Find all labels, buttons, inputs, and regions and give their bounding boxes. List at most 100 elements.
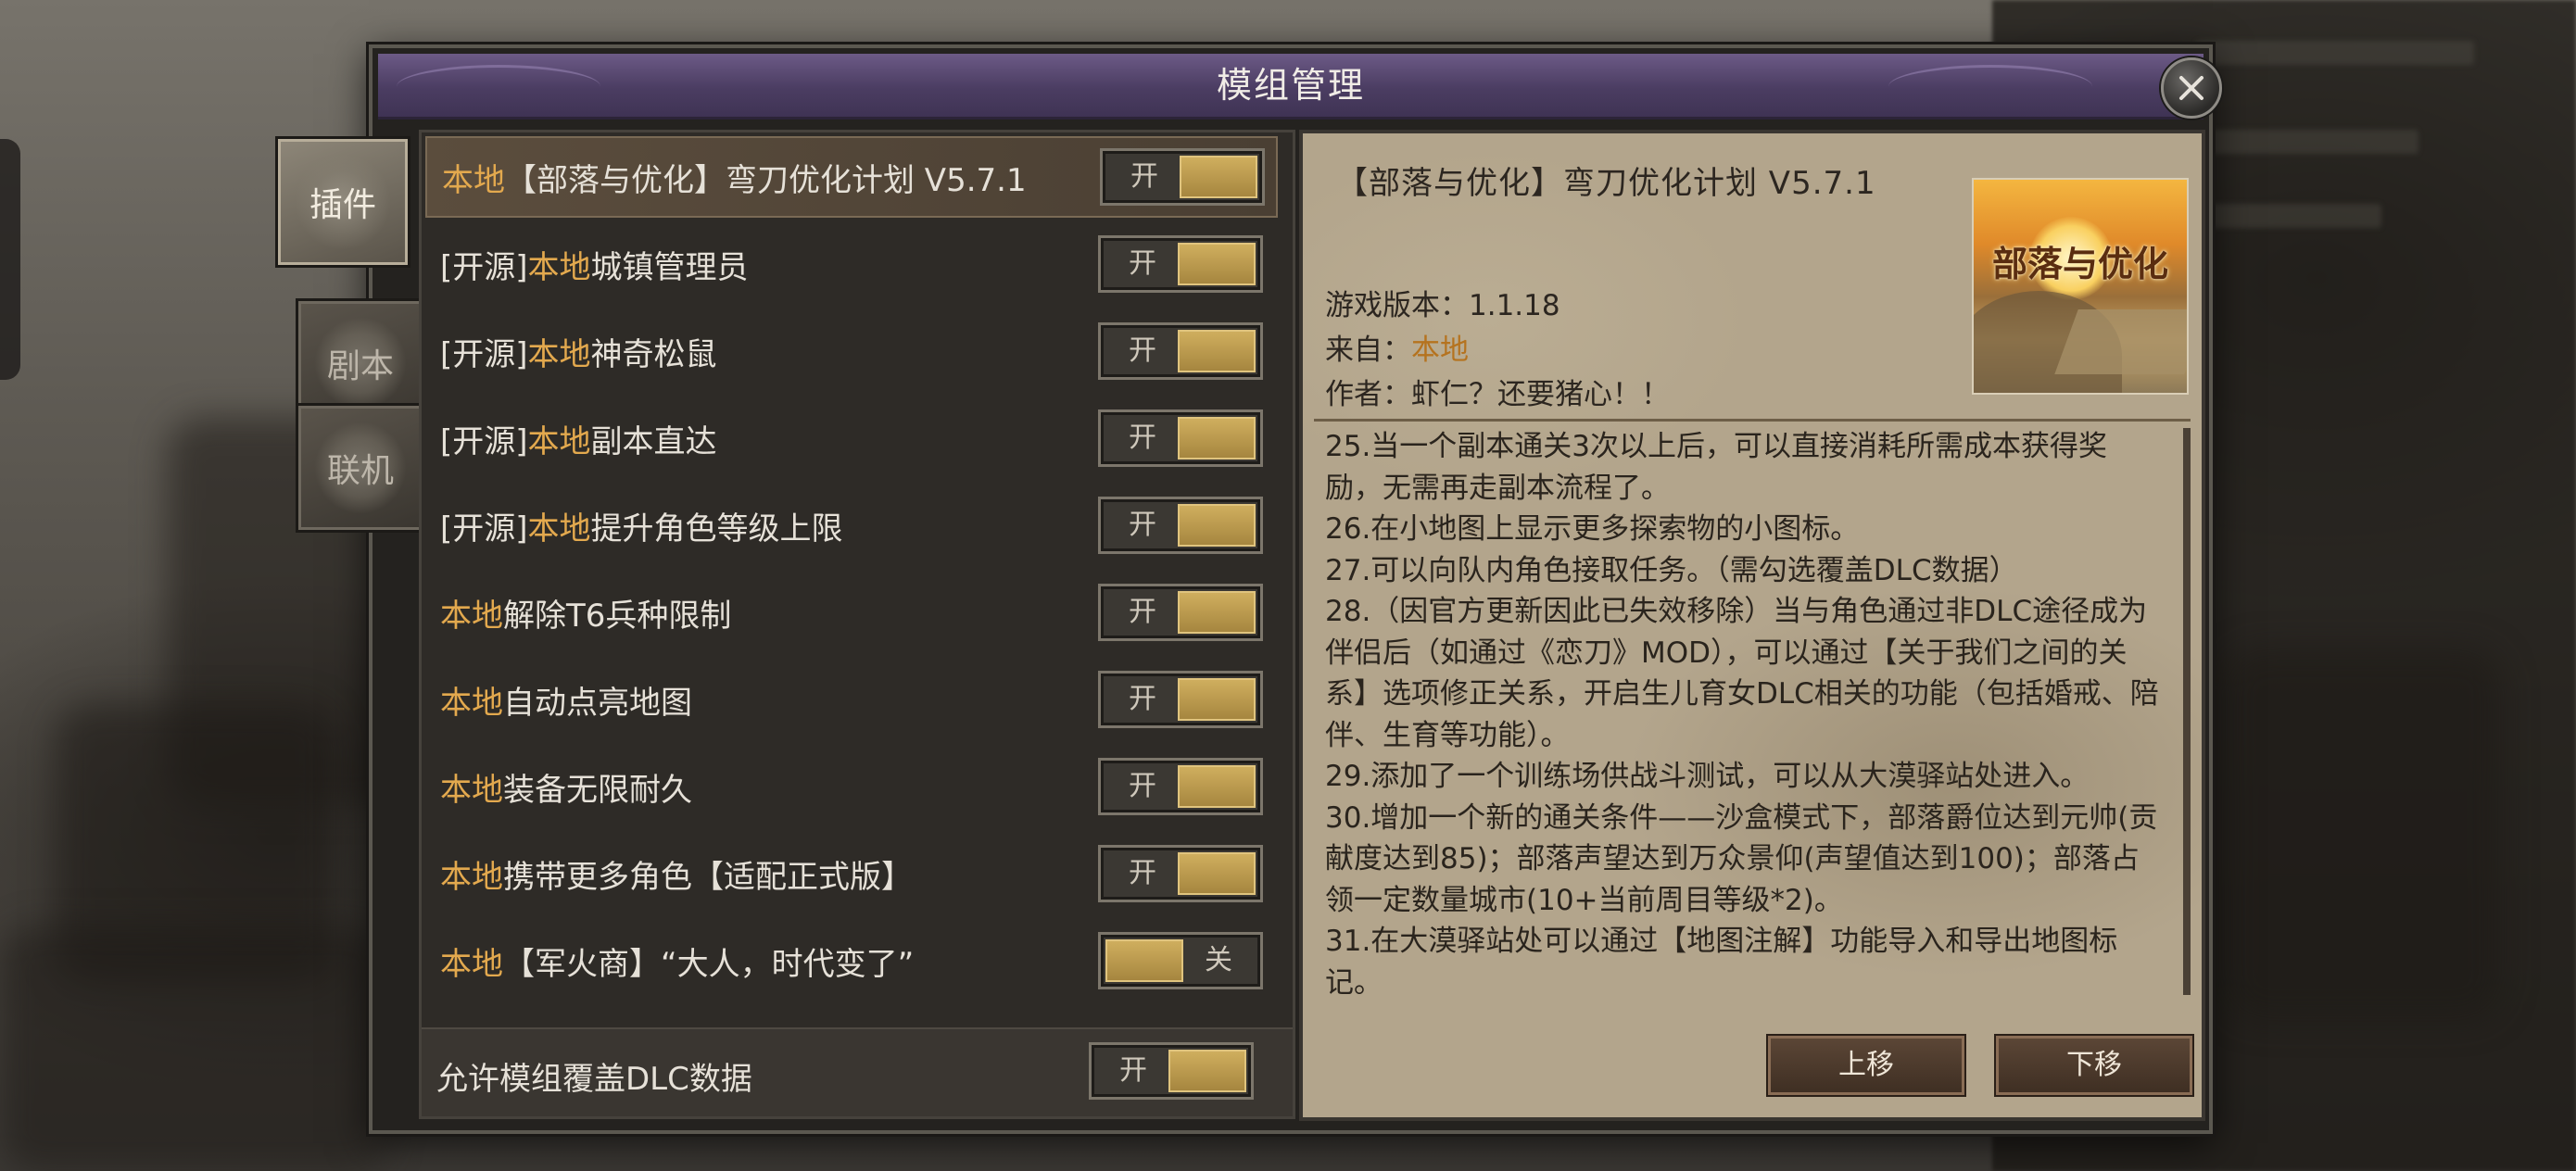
mod-row[interactable]: 本地【部落与优化】弯刀优化计划 V5.7.1 开	[425, 136, 1278, 218]
mod-toggle[interactable]: 开	[1100, 148, 1265, 206]
toggle-knob	[1178, 678, 1256, 721]
toggle-text: 开	[1130, 160, 1158, 193]
mod-source-tag: 本地	[440, 771, 503, 809]
close-icon	[2179, 76, 2203, 100]
mod-name: 提升角色等级上限	[590, 510, 843, 548]
mod-prefix: [开源]	[440, 335, 528, 373]
mod-name: 【军火商】“大人，时代变了”	[503, 945, 915, 983]
toggle-knob	[1178, 852, 1256, 895]
dlc-override-toggle[interactable]: 开	[1089, 1042, 1254, 1100]
tab-label: 联机	[326, 452, 394, 490]
mod-row[interactable]: [开源]本地提升角色等级上限 开	[425, 485, 1278, 566]
mod-toggle[interactable]: 关	[1098, 932, 1263, 989]
toggle-knob	[1178, 765, 1256, 808]
mod-name: 城镇管理员	[590, 248, 749, 286]
toggle-knob	[1178, 330, 1256, 372]
mod-source-tag: 本地	[527, 422, 591, 460]
mod-name: 【部落与优化】弯刀优化计划 V5.7.1	[505, 161, 1027, 199]
toggle-text: 开	[1119, 1054, 1147, 1087]
mod-source-tag: 本地	[527, 335, 591, 373]
description-paragraph: 31.在大漠驿站处可以通过【地图注解】功能导入和导出地图标记。	[1325, 925, 2118, 1000]
divider	[1314, 419, 2191, 422]
mod-name: 神奇松鼠	[590, 335, 717, 373]
mod-label: [开源]本地城镇管理员	[440, 242, 749, 287]
mod-list[interactable]: 本地【部落与优化】弯刀优化计划 V5.7.1 开 [开源]本地城镇管理员开 [开源]本…	[422, 132, 1293, 1022]
tab-label: 剧本	[326, 347, 394, 385]
mod-row[interactable]: 本地装备无限耐久 开	[425, 746, 1278, 827]
mod-source-tag: 本地	[440, 597, 503, 635]
tab-online[interactable]: 联机	[298, 406, 423, 530]
mod-toggle[interactable]: 开	[1098, 497, 1263, 554]
mod-toggle[interactable]: 开	[1098, 845, 1263, 902]
mod-label: 本地【军火商】“大人，时代变了”	[440, 938, 914, 984]
toggle-text: 开	[1129, 857, 1156, 889]
mod-toggle[interactable]: 开	[1098, 584, 1263, 641]
mod-source-tag: 本地	[527, 510, 591, 548]
description-paragraph: 28.（因官方更新因此已失效移除）当与角色通过非DLC途径成为伴侣后（如通过《恋…	[1325, 595, 2159, 752]
description-paragraph: 27.可以向队内角色接取任务。（需勾选覆盖DLC数据）	[1325, 553, 2018, 587]
description-paragraph: 26.在小地图上显示更多探索物的小图标。	[1325, 512, 1860, 546]
toggle-knob	[1178, 417, 1256, 460]
toggle-text: 开	[1129, 247, 1156, 280]
mod-row[interactable]: 本地解除T6兵种限制 开	[425, 572, 1278, 653]
mod-toggle[interactable]: 开	[1098, 409, 1263, 467]
toggle-knob	[1105, 939, 1183, 982]
description-paragraph: 29.添加了一个训练场供战斗测试，可以从大漠驿站处进入。	[1325, 760, 2090, 793]
mod-detail-panel: 【部落与优化】弯刀优化计划 V5.7.1 游戏版本：1.1.18 来自：本地 作…	[1299, 130, 2205, 1121]
toggle-knob	[1178, 504, 1256, 547]
game-version-line: 游戏版本：1.1.18	[1325, 282, 1560, 323]
mod-row[interactable]: 本地自动点亮地图 开	[425, 659, 1278, 740]
author-label: 作者：	[1325, 378, 1411, 411]
tab-plugins[interactable]: 插件	[278, 139, 408, 265]
game-version-value: 1.1.18	[1469, 289, 1560, 322]
mod-name: 副本直达	[590, 422, 717, 460]
author-line: 作者：虾仁？还要猪心！！	[1325, 371, 1670, 412]
author-value: 虾仁？还要猪心！！	[1411, 378, 1670, 411]
move-down-button[interactable]: 下移	[1996, 1036, 2192, 1095]
mod-source-tag: 本地	[527, 248, 591, 286]
mod-name: 自动点亮地图	[503, 684, 692, 722]
mod-row[interactable]: [开源]本地副本直达 开	[425, 397, 1278, 479]
dlc-override-row: 允许模组覆盖DLC数据 开	[422, 1027, 1293, 1116]
title-bar: 模组管理	[378, 54, 2222, 120]
mod-description[interactable]: 25.当一个副本通关3次以上后，可以直接消耗所需成本获得奖励，无需再走副本流程了…	[1325, 426, 2159, 1001]
mod-prefix: [开源]	[440, 248, 528, 286]
window-title: 模组管理	[1216, 65, 1365, 106]
mod-row[interactable]: 本地【军火商】“大人，时代变了” 关	[425, 920, 1278, 1001]
toggle-knob	[1178, 591, 1256, 634]
mod-row[interactable]: [开源]本地神奇松鼠 开	[425, 310, 1278, 392]
mod-row[interactable]: [开源]本地城镇管理员 开	[425, 223, 1278, 305]
source-line: 来自：本地	[1325, 326, 1469, 368]
mod-source-tag: 本地	[442, 161, 505, 199]
mod-prefix: [开源]	[440, 422, 528, 460]
toggle-knob	[1168, 1050, 1246, 1092]
mod-source-tag: 本地	[440, 945, 503, 983]
toggle-text: 开	[1129, 596, 1156, 628]
dlc-override-label: 允许模组覆盖DLC数据	[436, 1061, 752, 1098]
mod-toggle[interactable]: 开	[1098, 322, 1263, 380]
toggle-knob	[1180, 156, 1257, 198]
tab-label: 插件	[309, 186, 376, 224]
toggle-knob	[1178, 243, 1256, 285]
mod-label: 本地装备无限耐久	[440, 764, 692, 810]
description-scrollbar[interactable]	[2183, 428, 2191, 995]
mod-label: 本地携带更多角色【适配正式版】	[440, 851, 913, 897]
mod-source-tag: 本地	[440, 684, 503, 722]
toggle-text: 开	[1129, 509, 1156, 541]
move-up-button[interactable]: 上移	[1768, 1036, 1964, 1095]
toggle-text: 开	[1129, 334, 1156, 367]
mod-toggle[interactable]: 开	[1098, 235, 1263, 293]
mod-row[interactable]: 本地携带更多角色【适配正式版】 开	[425, 833, 1278, 914]
close-button[interactable]	[2161, 57, 2222, 119]
mod-toggle[interactable]: 开	[1098, 671, 1263, 728]
mod-name: 携带更多角色【适配正式版】	[503, 858, 913, 896]
mod-label: [开源]本地神奇松鼠	[440, 329, 717, 374]
mod-label: [开源]本地副本直达	[440, 416, 717, 461]
mod-name: 解除T6兵种限制	[503, 597, 732, 635]
edge-handle[interactable]	[0, 139, 20, 380]
mod-source-tag: 本地	[440, 858, 503, 896]
source-label: 来自：	[1325, 334, 1411, 367]
description-paragraph: 25.当一个副本通关3次以上后，可以直接消耗所需成本获得奖励，无需再走副本流程了…	[1325, 430, 2108, 505]
mod-toggle[interactable]: 开	[1098, 758, 1263, 815]
toggle-text: 开	[1129, 770, 1156, 802]
